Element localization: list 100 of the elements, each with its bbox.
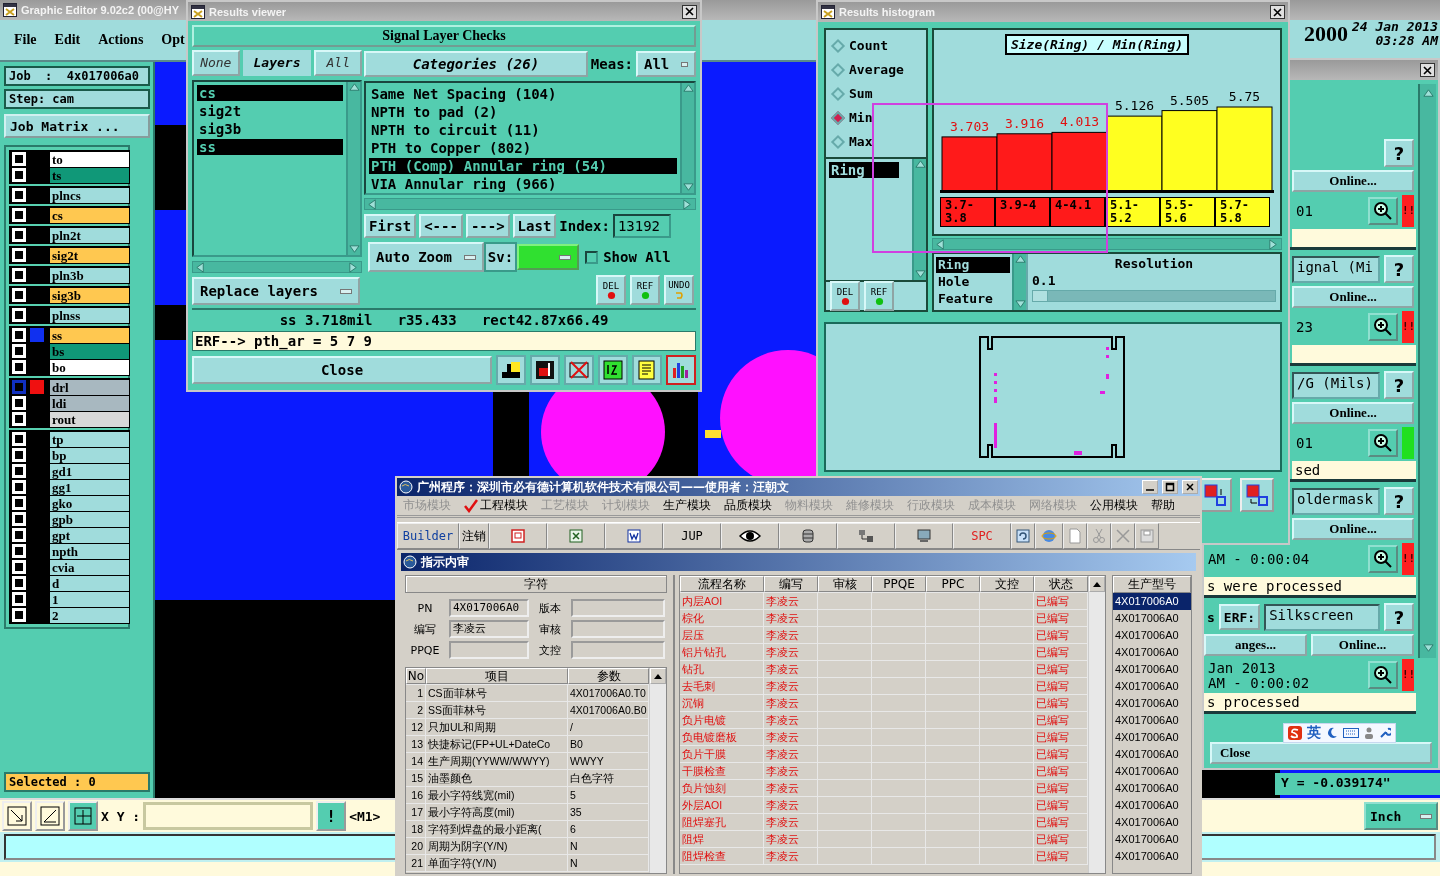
toolbar-button[interactable]: [837, 523, 895, 549]
scroll-arrow-icon[interactable]: [682, 198, 693, 210]
category-item[interactable]: PTH (Comp) Annular ring (54): [369, 158, 677, 174]
resolution-slider[interactable]: [1032, 290, 1276, 302]
table-cell[interactable]: 4X017006A0: [1113, 746, 1191, 763]
close-button[interactable]: [1270, 5, 1285, 19]
units-dropdown[interactable]: Inch: [1364, 802, 1438, 830]
help-button[interactable]: ?: [1384, 487, 1414, 515]
tool-button[interactable]: [496, 355, 526, 385]
category-item[interactable]: NPTH to pad (2): [369, 104, 677, 120]
scrollbar[interactable]: [192, 261, 362, 274]
tool-button[interactable]: [598, 355, 628, 385]
toolbar-button[interactable]: [721, 523, 779, 549]
scrollbar[interactable]: [680, 83, 694, 193]
zoom-button[interactable]: [1368, 661, 1398, 689]
layer-name[interactable]: gd1: [50, 463, 129, 479]
category-item[interactable]: NPTH to circuit (11): [369, 122, 677, 138]
table-cell[interactable]: 4X017006A0: [1113, 661, 1191, 678]
layer-name[interactable]: ldi: [50, 395, 129, 411]
layer-name[interactable]: gpb: [50, 511, 129, 527]
table-cell[interactable]: 4X017006A0: [1113, 695, 1191, 712]
layer-filter-tab[interactable]: Layers: [242, 50, 312, 76]
close-button[interactable]: Close: [192, 356, 492, 384]
layer-name[interactable]: npth: [50, 543, 129, 559]
table-cell[interactable]: 4X017006A0: [1113, 797, 1191, 814]
table-cell[interactable]: 4X017006A0: [1113, 593, 1191, 610]
layer-list-item[interactable]: sig3b: [197, 120, 343, 137]
alert-button[interactable]: !: [316, 801, 347, 831]
scroll-arrow-icon[interactable]: [1422, 643, 1434, 654]
toolbar-button[interactable]: Builder: [397, 523, 459, 549]
scroll-arrow-icon[interactable]: [1014, 299, 1026, 310]
minimize-button[interactable]: [1142, 480, 1158, 494]
table-cell[interactable]: 4X017006A0: [1113, 831, 1191, 848]
layer-name[interactable]: rout: [50, 411, 129, 427]
layer-name[interactable]: plnss: [50, 307, 129, 323]
form-field[interactable]: 李凌云: [449, 620, 529, 638]
toolbar-button[interactable]: 注销: [459, 523, 489, 549]
table-cell[interactable]: 4X017006A0: [1113, 763, 1191, 780]
changes-button[interactable]: anges...: [1204, 634, 1307, 656]
scroll-arrow-icon[interactable]: [1268, 238, 1279, 250]
table-cell[interactable]: 4X017006A0: [1113, 678, 1191, 695]
delete-button[interactable]: DEL: [830, 281, 860, 311]
field-list-item[interactable]: Ring: [936, 257, 1010, 273]
menu-item[interactable]: 工程模块: [464, 497, 528, 514]
nav-button[interactable]: --->: [465, 214, 510, 238]
help-button[interactable]: ?: [1384, 255, 1414, 283]
check-name-field[interactable]: oldermask: [1292, 487, 1380, 515]
measure-list-item[interactable]: Ring: [829, 162, 899, 178]
index-field[interactable]: 13192: [612, 214, 671, 238]
form-field[interactable]: [571, 620, 665, 638]
form-field[interactable]: 4X017006A0: [449, 599, 529, 617]
menu-item[interactable]: Actions: [98, 32, 144, 48]
layer-name[interactable]: sig2t: [50, 247, 129, 263]
scroll-arrow-icon[interactable]: [914, 269, 926, 280]
erf-button[interactable]: ERF:: [1218, 604, 1261, 630]
replace-layers-dropdown[interactable]: Replace layers: [192, 277, 360, 305]
form-field[interactable]: [571, 599, 665, 617]
undo-button[interactable]: UNDO: [664, 275, 694, 305]
nav-button[interactable]: First: [364, 214, 417, 238]
layer-name[interactable]: 1: [50, 591, 129, 607]
maximize-button[interactable]: [1162, 480, 1178, 494]
field-list-item[interactable]: Feature: [936, 291, 1010, 307]
table-cell[interactable]: 4X017006A0: [1113, 848, 1191, 865]
layer-name[interactable]: pln3b: [50, 267, 129, 283]
scrollbar[interactable]: [346, 81, 360, 256]
scroll-arrow-icon[interactable]: [348, 261, 359, 273]
table-cell[interactable]: 4X017006A0: [1113, 814, 1191, 831]
meas-dropdown[interactable]: All: [636, 51, 696, 77]
zoom-button[interactable]: [1368, 545, 1398, 573]
scrollbar[interactable]: [1012, 254, 1026, 310]
close-button[interactable]: [1420, 63, 1435, 77]
menu-item[interactable]: 帮助: [1151, 497, 1175, 514]
layer-list-item[interactable]: sig2t: [197, 102, 343, 119]
scroll-arrow-icon[interactable]: [348, 81, 360, 93]
layer-name[interactable]: gg1: [50, 479, 129, 495]
help-button[interactable]: ?: [1384, 371, 1414, 399]
category-item[interactable]: VIA Annular ring (966): [369, 176, 677, 192]
nav-button[interactable]: Last: [512, 214, 557, 238]
check-name-field[interactable]: /G (Mils): [1292, 371, 1380, 399]
layer-name[interactable]: bo: [50, 359, 129, 375]
zoom-mode-dropdown[interactable]: Auto Zoom: [368, 242, 484, 272]
layer-name[interactable]: plncs: [50, 187, 129, 203]
online-button[interactable]: Online...: [1292, 518, 1414, 540]
table-cell[interactable]: 4X017006A0: [1113, 627, 1191, 644]
layer-name[interactable]: ts: [50, 167, 129, 183]
help-button[interactable]: ?: [1384, 603, 1414, 631]
check-name-field[interactable]: Silkscreen: [1264, 603, 1380, 631]
menu-item[interactable]: Opt: [161, 32, 185, 48]
table-cell[interactable]: 4X017006A0: [1113, 644, 1191, 661]
form-field[interactable]: [449, 641, 529, 659]
category-item[interactable]: Same Net Spacing (104): [369, 86, 677, 102]
form-field[interactable]: [571, 641, 665, 659]
online-button[interactable]: Online...: [1311, 634, 1414, 656]
check-name-field[interactable]: ignal (Mi: [1292, 255, 1380, 283]
menu-item[interactable]: Edit: [54, 32, 81, 48]
layer-name[interactable]: 2: [50, 607, 129, 623]
layer-name[interactable]: bp: [50, 447, 129, 463]
layer-name[interactable]: d: [50, 575, 129, 591]
scrollbar[interactable]: [932, 238, 1282, 250]
table-cell[interactable]: 4X017006A0: [1113, 610, 1191, 627]
